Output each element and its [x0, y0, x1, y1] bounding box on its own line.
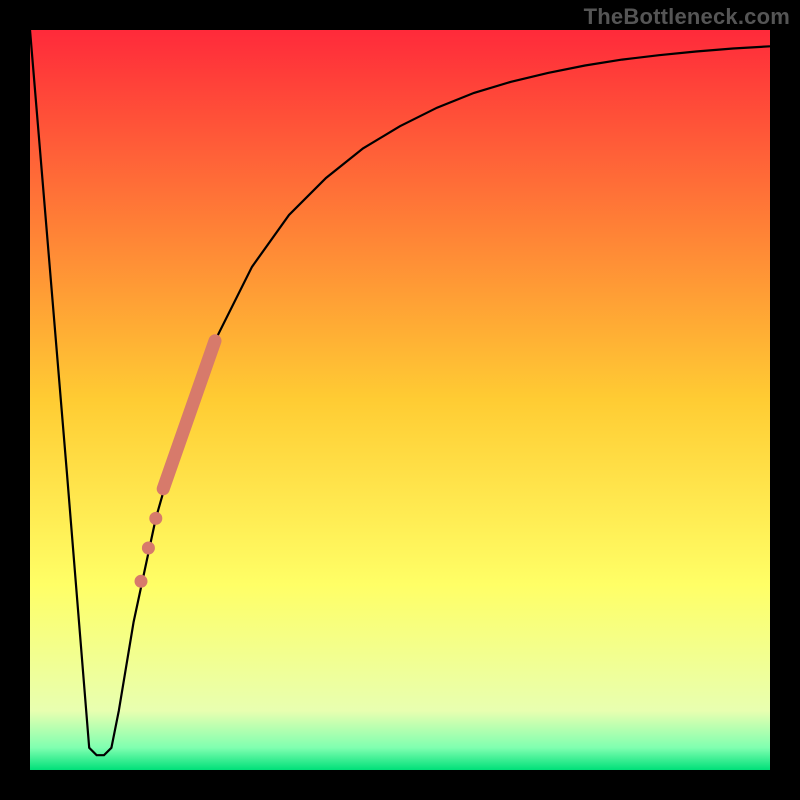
watermark-text: TheBottleneck.com [584, 4, 790, 30]
highlight-dot [135, 575, 148, 588]
chart-svg [0, 0, 800, 800]
chart-stage: TheBottleneck.com [0, 0, 800, 800]
highlight-dot [142, 542, 155, 555]
plot-background [30, 30, 770, 770]
highlight-dot [149, 512, 162, 525]
